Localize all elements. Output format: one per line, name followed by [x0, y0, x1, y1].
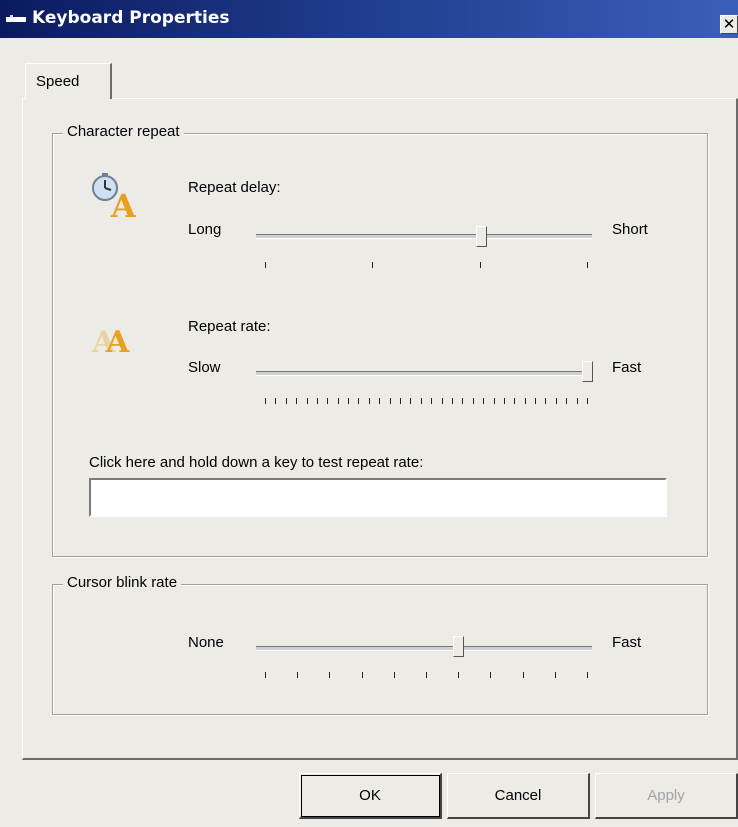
slider-tick: [379, 398, 381, 404]
cursor-blink-track[interactable]: [256, 646, 592, 651]
slider-tick: [426, 672, 427, 678]
ok-button[interactable]: OK: [299, 773, 442, 819]
slider-tick: [441, 398, 443, 404]
slider-tick: [358, 398, 360, 404]
slider-tick: [472, 398, 474, 404]
repeat-rate-track[interactable]: [256, 371, 592, 376]
slider-tick: [545, 398, 547, 404]
cursor-blink-min-label: None: [188, 634, 224, 651]
slider-tick: [297, 672, 299, 678]
slider-tick: [431, 398, 433, 404]
repeat-rate-label: Repeat rate:: [188, 318, 271, 335]
slider-tick: [361, 672, 363, 678]
slider-tick: [410, 398, 412, 404]
slider-tick: [458, 672, 460, 678]
window-title: Keyboard Properties: [32, 8, 230, 28]
slider-tick: [285, 398, 287, 404]
slider-tick: [265, 672, 266, 678]
slider-tick: [576, 398, 578, 404]
keyboard-icon: [6, 15, 26, 22]
slider-tick: [522, 672, 524, 678]
slider-tick: [337, 398, 339, 404]
svg-text:A: A: [110, 187, 137, 220]
repeat-delay-min-label: Long: [188, 221, 222, 238]
repeat-delay-ticks: [265, 262, 588, 268]
test-repeat-input[interactable]: [89, 478, 667, 517]
repeat-delay-track[interactable]: [256, 234, 592, 239]
slider-tick: [514, 398, 516, 404]
slider-tick: [587, 398, 588, 404]
slider-tick: [348, 398, 350, 404]
slider-tick: [368, 398, 370, 404]
cursor-blink-max-label: Fast: [612, 634, 642, 651]
repeat-rate-slider-thumb[interactable]: [582, 361, 593, 388]
title-bar[interactable]: Keyboard Properties ✕: [0, 0, 738, 38]
cursor-blink-slider-thumb[interactable]: [453, 636, 465, 663]
slider-tick: [296, 398, 298, 404]
tab-speed[interactable]: Speed: [25, 63, 112, 99]
repeat-rate-min-label: Slow: [188, 359, 221, 376]
slider-tick: [587, 672, 588, 678]
stopwatch-letter-icon: A: [92, 173, 137, 220]
test-repeat-label: Click here and hold down a key to test r…: [89, 454, 424, 471]
slider-tick: [451, 398, 453, 404]
repeat-delay-max-label: Short: [612, 221, 648, 238]
repeat-rate-max-label: Fast: [612, 359, 642, 376]
slider-tick: [555, 398, 557, 404]
slider-tick: [306, 398, 308, 404]
double-letter-icon: A A: [92, 325, 130, 358]
apply-button[interactable]: Apply: [595, 773, 738, 819]
slider-tick: [462, 398, 464, 404]
slider-tick: [327, 398, 329, 404]
slider-tick: [535, 398, 537, 404]
slider-tick: [393, 672, 395, 678]
slider-tick: [493, 398, 495, 404]
slider-tick: [372, 262, 374, 268]
repeat-delay-label: Repeat delay:: [188, 179, 281, 196]
slider-tick: [483, 398, 485, 404]
tab-speed-label: Speed: [36, 73, 80, 90]
repeat-delay-slider-thumb[interactable]: [475, 226, 487, 253]
svg-text:A: A: [105, 325, 130, 358]
slider-tick: [329, 672, 331, 678]
slider-tick: [566, 398, 568, 404]
slider-tick: [389, 398, 391, 404]
slider-tick: [554, 672, 556, 678]
character-repeat-legend: Character repeat: [63, 123, 184, 140]
slider-tick: [265, 398, 266, 404]
slider-tick: [265, 262, 266, 268]
slider-tick: [316, 398, 318, 404]
slider-tick: [524, 398, 526, 404]
close-button[interactable]: ✕: [720, 15, 738, 34]
cursor-blink-legend: Cursor blink rate: [63, 574, 182, 591]
slider-tick: [400, 398, 402, 404]
cancel-button[interactable]: Cancel: [447, 773, 590, 819]
cursor-blink-ticks: [265, 672, 588, 678]
repeat-rate-ticks: [265, 398, 588, 404]
slider-tick: [490, 672, 492, 678]
slider-tick: [587, 262, 588, 268]
slider-tick: [420, 398, 422, 404]
slider-tick: [503, 398, 505, 404]
slider-tick: [275, 398, 277, 404]
slider-tick: [479, 262, 481, 268]
